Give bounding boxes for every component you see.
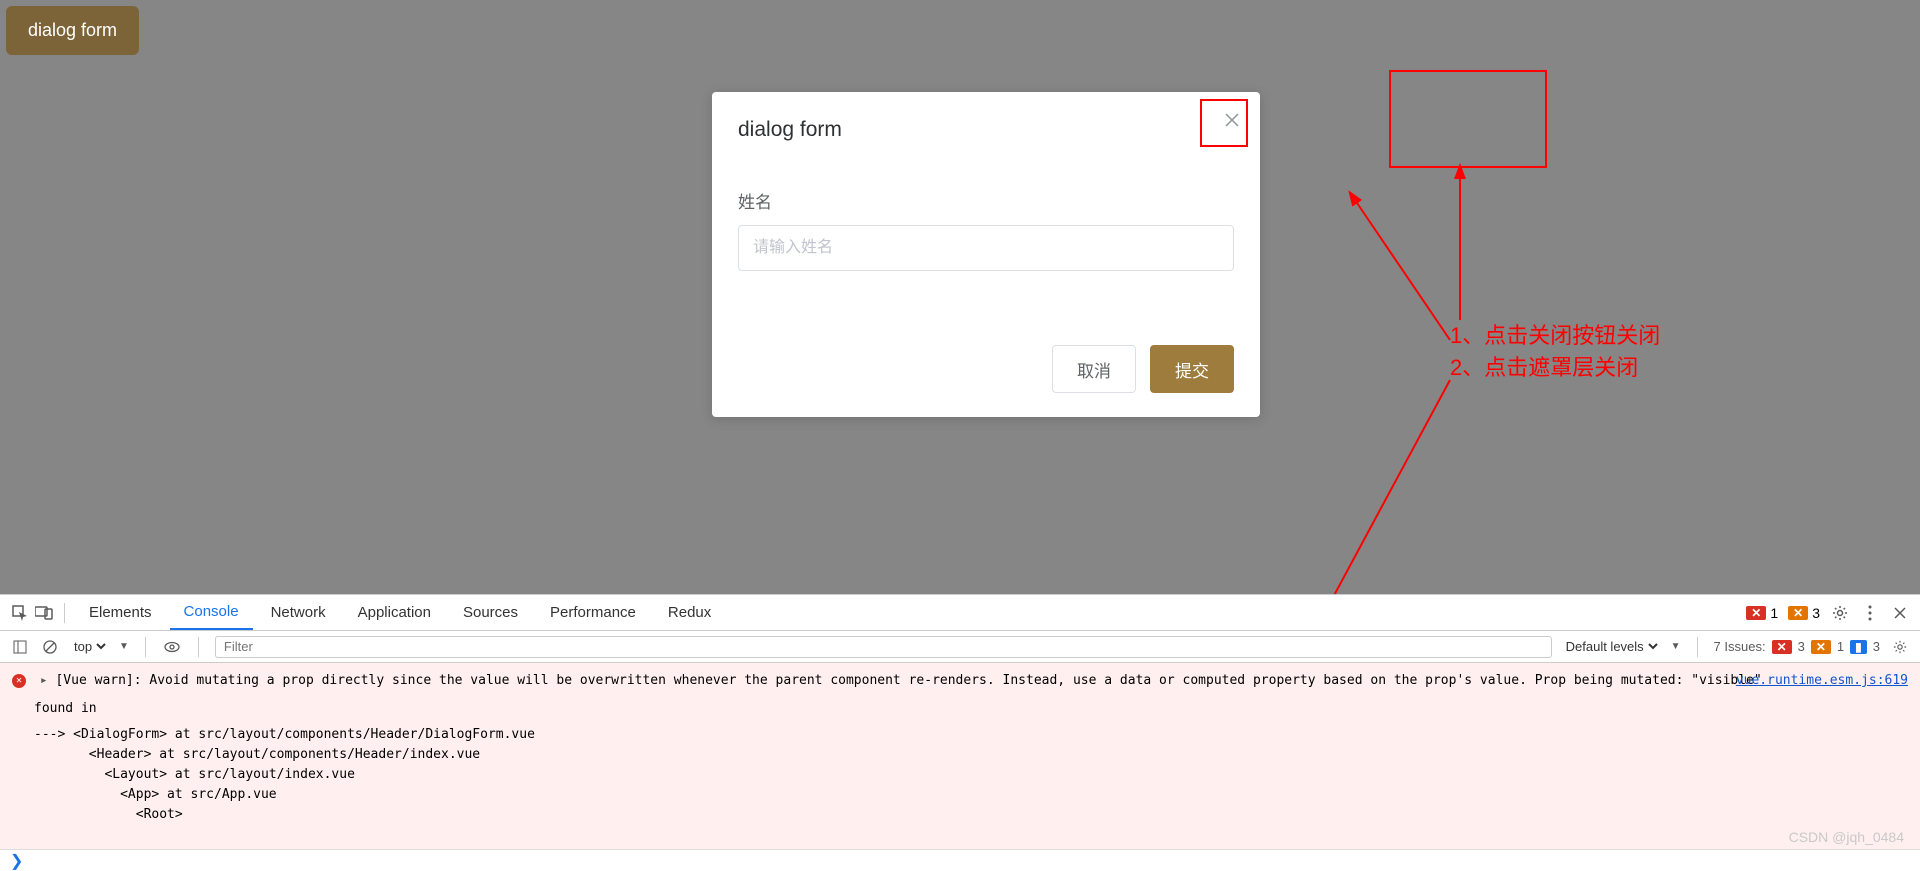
context-selector[interactable]: top [70,638,109,655]
error-icon: ✕ [12,674,26,688]
devtools-panel: Elements Console Network Application Sou… [0,594,1920,871]
cancel-button[interactable]: 取消 [1052,345,1136,393]
annotation-highlight-close [1200,99,1248,147]
console-prompt[interactable]: ❯ [0,849,1920,871]
annotation-text: 1、点击关闭按钮关闭 2、点击遮罩层关闭 [1450,320,1660,384]
separator [145,637,146,657]
more-menu-icon[interactable] [1860,603,1880,623]
console-error-line: ✕ ▸ [Vue warn]: Avoid mutating a prop di… [12,671,1908,691]
annotation-highlight-mask [1389,70,1547,168]
issues-error-box: ✕ [1772,640,1792,654]
console-output: vue.runtime.esm.js:619 ✕ ▸ [Vue warn]: A… [0,663,1920,849]
error-count-badge[interactable]: ✕1 [1746,605,1778,621]
close-devtools-icon[interactable] [1890,603,1910,623]
inspect-icon[interactable] [10,603,30,623]
tab-elements[interactable]: Elements [75,596,166,630]
watermark: CSDN @jqh_0484 [1789,829,1904,845]
annotation-line-1: 1、点击关闭按钮关闭 [1450,320,1660,352]
issues-info-box: ▮ [1850,640,1867,654]
issues-info-count: 3 [1873,639,1880,654]
settings-gear-icon[interactable] [1830,603,1850,623]
console-filter-input[interactable] [215,636,1552,658]
dialog-footer: 取消 提交 [738,345,1234,393]
device-toolbar-icon[interactable] [34,603,54,623]
source-link[interactable]: vue.runtime.esm.js:619 [1736,671,1908,691]
annotation-line-2: 2、点击遮罩层关闭 [1450,352,1660,384]
live-expression-icon[interactable] [162,637,182,657]
separator [198,637,199,657]
tab-console[interactable]: Console [170,596,253,630]
component-trace: ---> <DialogForm> at src/layout/componen… [34,725,1908,825]
tab-application[interactable]: Application [344,596,445,630]
issues-summary[interactable]: 7 Issues: ✕ 3 ✕ 1 ▮ 3 [1714,639,1880,654]
separator [64,603,65,623]
console-sidebar-toggle-icon[interactable] [10,637,30,657]
tab-performance[interactable]: Performance [536,596,650,630]
name-input[interactable] [738,225,1234,271]
tab-sources[interactable]: Sources [449,596,532,630]
log-levels-selector[interactable]: Default levels [1562,638,1661,655]
app-viewport: dialog form dialog form 姓名 取消 提交 1、点击关闭按… [0,0,1920,594]
console-filterbar: top ▼ Default levels ▼ 7 Issues: ✕3 ✕1 ▮… [0,631,1920,663]
error-message: [Vue warn]: Avoid mutating a prop direct… [55,673,1761,688]
submit-button[interactable]: 提交 [1150,345,1234,393]
issues-warn-box: ✕ [1811,640,1831,654]
tab-redux[interactable]: Redux [654,596,725,630]
dialog-form: dialog form 姓名 取消 提交 [712,92,1260,417]
issues-error-count: 3 [1798,639,1805,654]
clear-console-icon[interactable] [40,637,60,657]
found-in-label: found in [34,699,1908,719]
separator [1697,637,1698,657]
issues-label: 7 Issues: [1714,639,1766,654]
devtools-tabbar: Elements Console Network Application Sou… [0,595,1920,631]
console-settings-gear-icon[interactable] [1890,637,1910,657]
error-count: 1 [1770,605,1778,621]
tab-network[interactable]: Network [257,596,340,630]
warn-count-badge[interactable]: ✕3 [1788,605,1820,621]
name-label: 姓名 [738,188,1234,213]
dialog-title: dialog form [738,118,1234,142]
issues-warn-count: 1 [1837,639,1844,654]
warn-count: 3 [1812,605,1820,621]
